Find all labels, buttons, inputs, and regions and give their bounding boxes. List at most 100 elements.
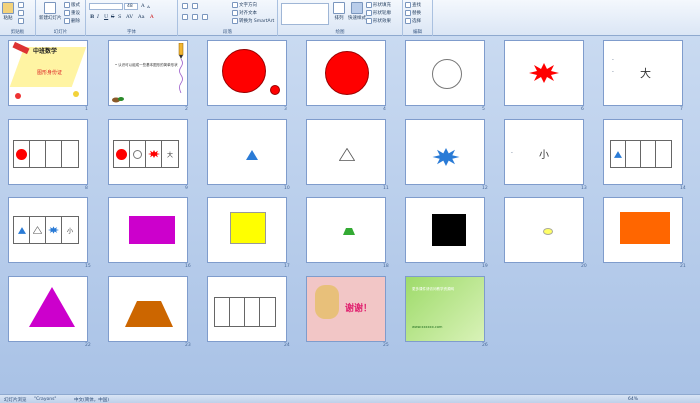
shrink-font-button[interactable]: A — [147, 4, 150, 9]
slide-number-8: 8 — [85, 186, 88, 191]
slide-thumbnail-6[interactable] — [504, 40, 584, 106]
slide-thumbnail-23[interactable] — [108, 276, 188, 342]
slide-thumbnail-2[interactable]: • 认识可以组成一些基本图形的简单形状 — [108, 40, 188, 106]
find-button[interactable]: 查找 — [405, 2, 421, 8]
slide-thumbnail-21[interactable] — [603, 197, 683, 263]
blue-star-burst — [48, 226, 59, 234]
slide-thumbnail-8[interactable] — [8, 119, 88, 185]
shadow-button[interactable]: S — [118, 14, 121, 20]
cut-button[interactable] — [18, 2, 24, 8]
align-center-button[interactable] — [192, 14, 198, 20]
replace-icon — [405, 10, 411, 16]
font-size-combo[interactable]: 48 — [124, 3, 138, 10]
slide-thumbnail-22[interactable] — [8, 276, 88, 342]
slide-thumbnail-18[interactable] — [306, 197, 386, 263]
slide-number-5: 5 — [482, 107, 485, 112]
align-text-button[interactable]: 对齐文本 — [232, 10, 257, 16]
slide-1-subtitle: 图形身份证 — [37, 70, 63, 76]
smartart-icon — [232, 18, 238, 24]
shape-effects-button[interactable]: 形状效果 — [366, 18, 391, 24]
slide-number-22: 22 — [85, 343, 91, 348]
slide-thumbnail-4[interactable] — [306, 40, 386, 106]
slide-thumbnail-11[interactable] — [306, 119, 386, 185]
slide-thumbnail-24[interactable] — [207, 276, 287, 342]
align-left-button[interactable] — [182, 14, 188, 20]
slide-thumbnail-14[interactable] — [603, 119, 683, 185]
bullets-button[interactable] — [182, 3, 188, 9]
select-button[interactable]: 选择 — [405, 18, 421, 24]
slide-thumbnail-12[interactable] — [405, 119, 485, 185]
white-circle — [432, 59, 462, 89]
white-triangle — [339, 148, 355, 161]
smartart-button[interactable]: 转换为 SmartArt — [232, 18, 274, 24]
slide-number-12: 12 — [482, 186, 488, 191]
slide-thumbnail-1[interactable]: 中班数学 图形身份证 — [8, 40, 88, 106]
change-case-button[interactable]: Aa — [138, 14, 145, 20]
slide-thumbnail-13[interactable]: · 小 — [504, 119, 584, 185]
italic-button[interactable]: I — [97, 14, 99, 20]
cell-char: 大 — [166, 151, 173, 159]
red-circle — [116, 148, 127, 160]
magenta-rectangle — [129, 216, 175, 244]
text-direction-button[interactable]: 文字方向 — [232, 2, 257, 8]
bold-button[interactable]: B — [90, 14, 94, 20]
strikethrough-button[interactable]: S — [111, 14, 114, 20]
slide-thumbnail-10[interactable] — [207, 119, 287, 185]
arrange-icon — [333, 2, 345, 14]
clipboard-group: 粘贴 剪贴板 — [0, 0, 36, 36]
magenta-triangle — [29, 287, 75, 327]
copy-button[interactable] — [18, 10, 24, 16]
quick-styles-button[interactable]: 快速样式 — [348, 2, 366, 21]
shape-fill-button[interactable]: 形状填充 — [366, 2, 391, 8]
view-name: 幻灯片浏览 — [4, 398, 27, 403]
numbering-button[interactable] — [192, 3, 198, 9]
slide-number-17: 17 — [284, 264, 290, 269]
font-name-combo[interactable] — [89, 3, 123, 10]
slide-thumbnail-26[interactable]: 更多课件请访问教学资源网 www.xxxxxx.com — [405, 276, 485, 342]
layout-icon — [64, 2, 70, 8]
new-slide-button[interactable]: 新建幻灯片 — [39, 2, 62, 21]
brush-icon — [18, 18, 24, 24]
slide-thumbnail-9[interactable]: 大 — [108, 119, 188, 185]
slide-number-20: 20 — [581, 264, 587, 269]
paragraph-group: 文字方向 对齐文本 转换为 SmartArt 段落 — [178, 0, 278, 36]
replace-button[interactable]: 替换 — [405, 10, 421, 16]
scissors-icon — [18, 2, 24, 8]
slide-thumbnail-5[interactable] — [405, 40, 485, 106]
shapes-gallery[interactable] — [281, 3, 329, 25]
slide-thumbnail-20[interactable] — [504, 197, 584, 263]
slide-number-14: 14 — [680, 186, 686, 191]
layout-button[interactable]: 版式 — [64, 2, 80, 8]
slide-number-3: 3 — [284, 107, 287, 112]
slide-26-line1: 更多课件请访问教学资源网 — [412, 287, 454, 291]
reset-button[interactable]: 重设 — [64, 10, 80, 16]
copy-icon — [18, 10, 24, 16]
bullets-icon — [182, 3, 188, 9]
grow-font-button[interactable]: A — [141, 3, 145, 9]
delete-slide-button[interactable]: 删除 — [64, 18, 80, 24]
green-trapezoid — [343, 228, 355, 235]
reset-icon — [64, 10, 70, 16]
align-right-icon — [202, 14, 208, 20]
slide-thumbnail-17[interactable] — [207, 197, 287, 263]
slide-thumbnail-15[interactable]: 小 — [8, 197, 88, 263]
font-color-button[interactable]: A — [150, 14, 154, 20]
slide-number-25: 25 — [383, 343, 389, 348]
slide-thumbnail-7[interactable]: · · 大 — [603, 40, 683, 106]
slide-sorter: 中班数学 图形身份证 1 • 认识可以组成一些基本图形的简单形状 2 3 4 5… — [0, 36, 700, 394]
cell-char: 小 — [66, 227, 73, 235]
char-spacing-button[interactable]: AV — [126, 14, 133, 20]
zoom-level[interactable]: 64% — [628, 397, 638, 402]
slide-thumbnail-19[interactable] — [405, 197, 485, 263]
slide-thumbnail-16[interactable] — [108, 197, 188, 263]
format-painter-button[interactable] — [18, 18, 24, 24]
underline-button[interactable]: U — [104, 14, 108, 20]
slide-number-11: 11 — [383, 186, 389, 191]
slide-thumbnail-25[interactable]: 谢谢！ — [306, 276, 386, 342]
drawing-group: 排列 快速样式 形状填充 形状轮廓 形状效果 绘图 — [278, 0, 403, 36]
slide-thumbnail-3[interactable] — [207, 40, 287, 106]
align-right-button[interactable] — [202, 14, 208, 20]
arrange-button[interactable]: 排列 — [333, 2, 345, 21]
shape-outline-button[interactable]: 形状轮廓 — [366, 10, 391, 16]
paste-button[interactable]: 粘贴 — [2, 2, 14, 21]
